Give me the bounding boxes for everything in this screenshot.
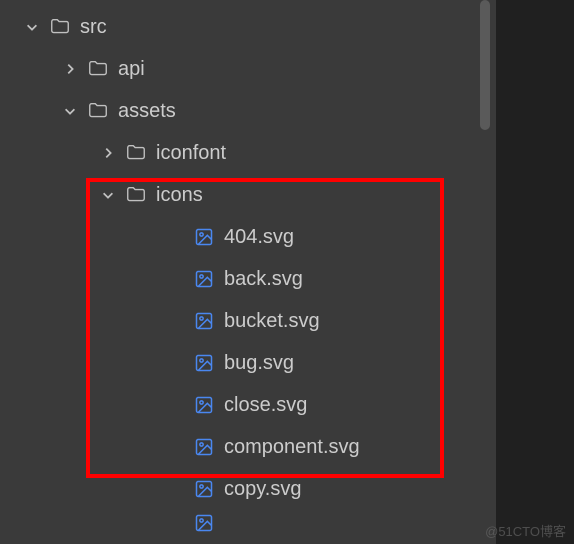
tree-folder-api[interactable]: api [0, 48, 496, 90]
file-label: component.svg [224, 436, 360, 459]
image-file-icon [190, 269, 218, 289]
folder-icon [122, 184, 150, 206]
tree-file-close[interactable]: close.svg [0, 384, 496, 426]
folder-label: icons [156, 184, 203, 207]
chevron-down-icon[interactable] [56, 104, 84, 118]
tree-file-component[interactable]: component.svg [0, 426, 496, 468]
tree-file-bug[interactable]: bug.svg [0, 342, 496, 384]
folder-icon [84, 100, 112, 122]
tree-file-404[interactable]: 404.svg [0, 216, 496, 258]
watermark: @51CTO博客 [485, 521, 566, 540]
folder-icon [122, 142, 150, 164]
editor-pane [496, 0, 574, 544]
folder-icon [46, 16, 74, 38]
image-file-icon [190, 227, 218, 247]
tree-file-copy[interactable]: copy.svg [0, 468, 496, 510]
folder-label: src [80, 16, 107, 39]
image-file-icon [190, 513, 218, 533]
scrollbar-thumb[interactable] [480, 0, 490, 130]
tree-folder-iconfont[interactable]: iconfont [0, 132, 496, 174]
image-file-icon [190, 311, 218, 331]
folder-label: assets [118, 100, 176, 123]
chevron-right-icon[interactable] [94, 146, 122, 160]
image-file-icon [190, 437, 218, 457]
image-file-icon [190, 479, 218, 499]
image-file-icon [190, 395, 218, 415]
image-file-icon [190, 353, 218, 373]
tree-file-bucket[interactable]: bucket.svg [0, 300, 496, 342]
tree-folder-icons[interactable]: icons [0, 174, 496, 216]
chevron-down-icon[interactable] [94, 188, 122, 202]
tree-folder-src[interactable]: src [0, 6, 496, 48]
file-label: 404.svg [224, 226, 294, 249]
chevron-down-icon[interactable] [18, 20, 46, 34]
folder-label: iconfont [156, 142, 226, 165]
tree-file-partial[interactable] [0, 510, 496, 536]
folder-label: api [118, 58, 145, 81]
tree-folder-assets[interactable]: assets [0, 90, 496, 132]
file-label: back.svg [224, 268, 303, 291]
tree-file-back[interactable]: back.svg [0, 258, 496, 300]
file-label: close.svg [224, 394, 307, 417]
file-label: bucket.svg [224, 310, 320, 333]
folder-icon [84, 58, 112, 80]
file-label: copy.svg [224, 478, 301, 501]
file-explorer[interactable]: src api assets iconfont [0, 0, 496, 544]
file-label: bug.svg [224, 352, 294, 375]
chevron-right-icon[interactable] [56, 62, 84, 76]
